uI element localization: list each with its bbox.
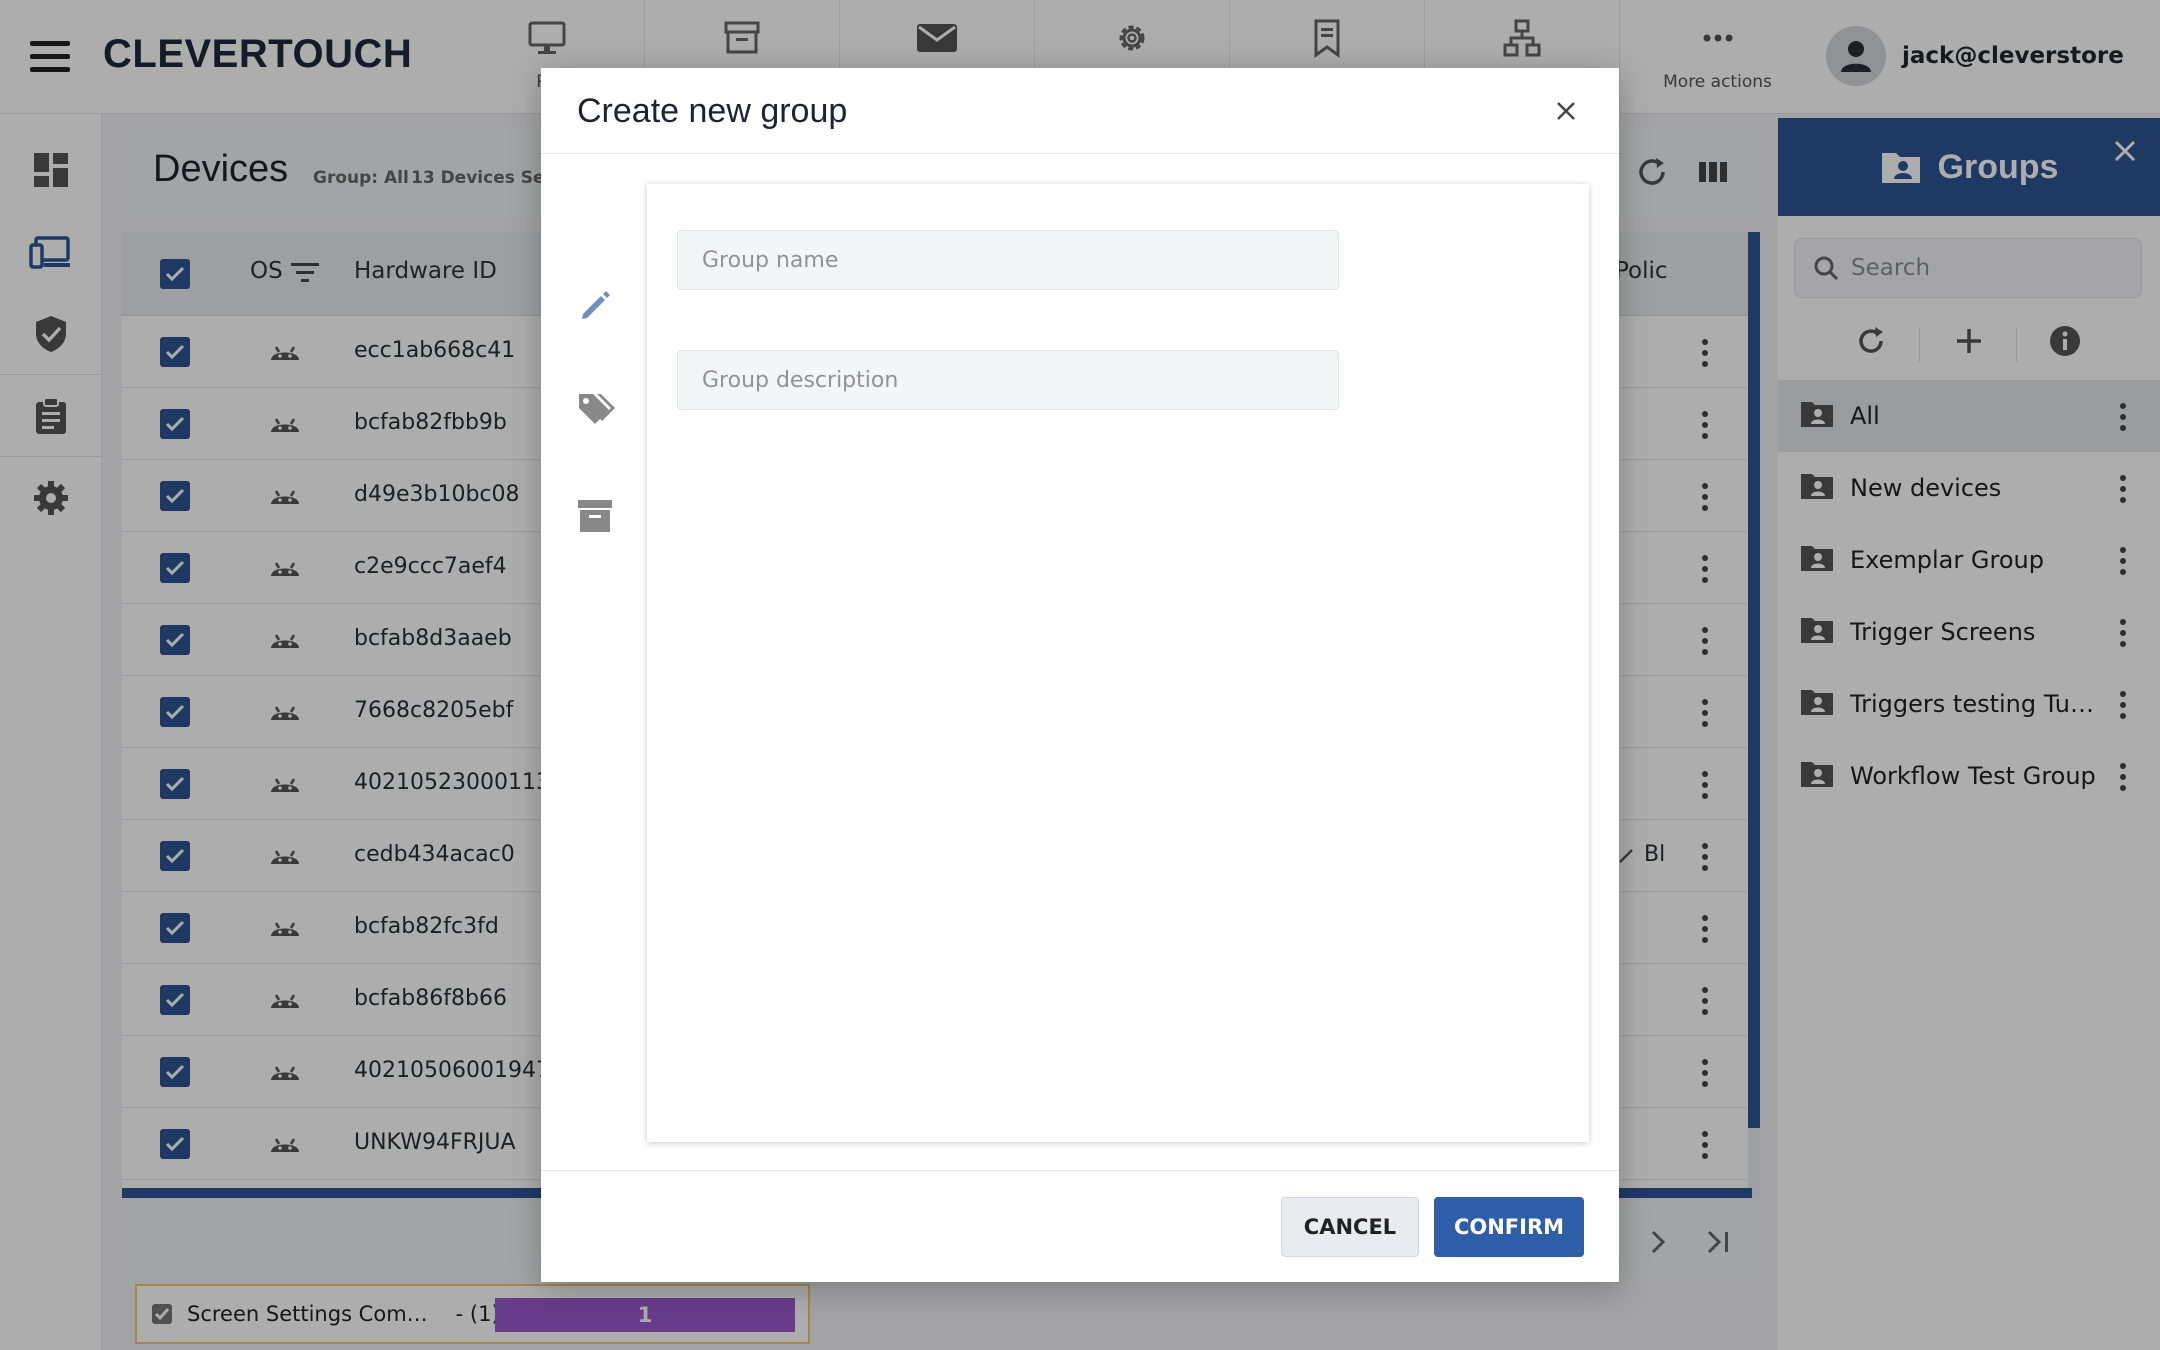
group-name-input[interactable] (677, 230, 1339, 290)
tab-tags[interactable] (575, 390, 615, 430)
group-description-input[interactable] (677, 350, 1339, 410)
dialog-side-tabs (541, 154, 647, 1154)
tab-archive[interactable] (575, 496, 615, 536)
group-form-card (647, 184, 1589, 1142)
dialog-header: Create new group (541, 68, 1619, 154)
cancel-button[interactable]: CANCEL (1281, 1197, 1419, 1257)
tags-icon (579, 394, 615, 424)
confirm-button[interactable]: CONFIRM (1434, 1197, 1584, 1257)
close-icon[interactable] (1551, 96, 1581, 126)
pencil-icon (582, 291, 610, 319)
tab-edit[interactable] (577, 288, 617, 328)
dialog-title: Create new group (577, 92, 848, 130)
dialog-footer: CANCEL CONFIRM (541, 1170, 1619, 1282)
create-group-dialog: Create new group CANCEL CONFIRM (541, 68, 1619, 1282)
archive-icon (578, 500, 612, 532)
